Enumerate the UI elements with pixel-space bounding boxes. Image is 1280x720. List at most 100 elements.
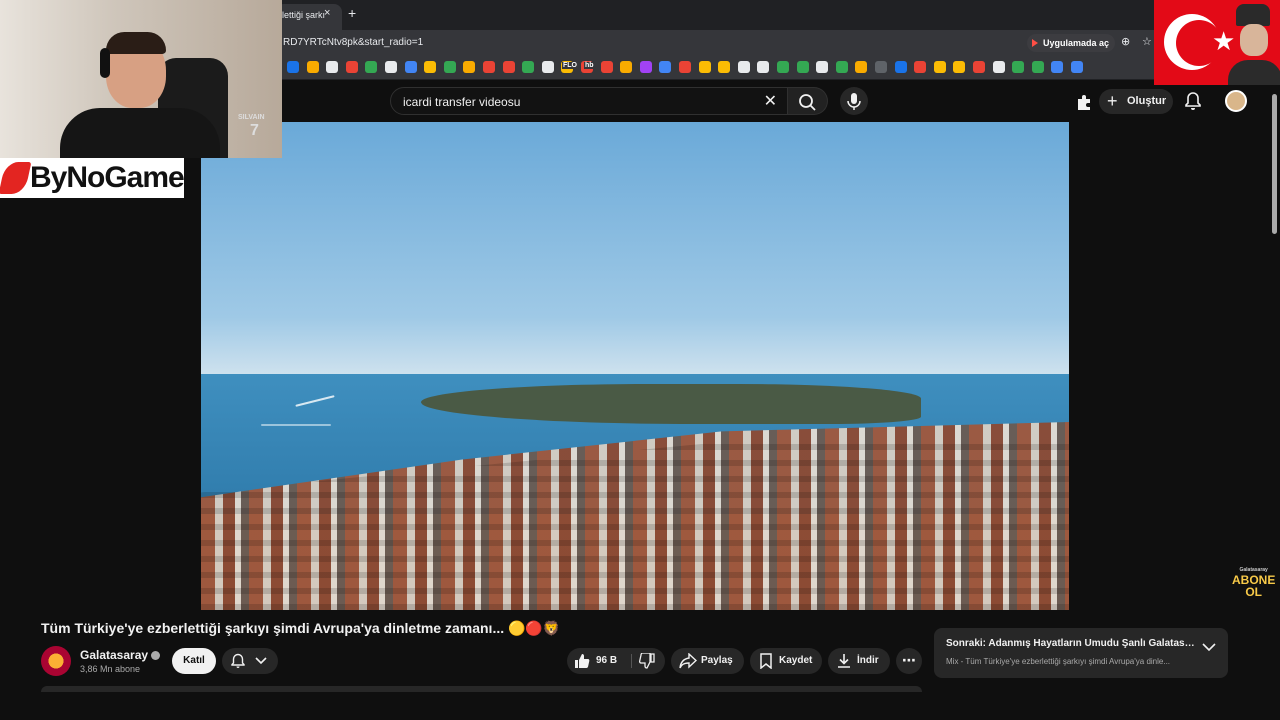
notifications-bell-icon[interactable] — [1184, 91, 1202, 111]
bookmark-icon[interactable] — [385, 61, 397, 73]
search-button[interactable] — [788, 87, 828, 115]
up-next-title[interactable]: Sonraki: Adanmış Hayatların Umudu Şanlı … — [946, 638, 1196, 649]
bookmark-icon[interactable] — [541, 61, 554, 73]
bookmark-icon[interactable] — [679, 61, 691, 73]
bookmark-icon[interactable] — [404, 61, 417, 73]
like-divider — [631, 654, 632, 668]
plus-icon: + — [1107, 91, 1118, 111]
bookmark-icon[interactable] — [639, 61, 652, 73]
account-avatar[interactable] — [1225, 90, 1247, 112]
subscription-bell-button[interactable] — [222, 648, 278, 674]
bookmark-icon[interactable] — [933, 61, 946, 73]
bookmark-icon[interactable] — [894, 61, 907, 73]
close-tab-icon[interactable]: × — [324, 7, 330, 19]
bookmark-icon[interactable] — [914, 61, 927, 73]
channel-name-text[interactable]: Galatasaray — [80, 648, 148, 662]
save-button[interactable]: Kaydet — [750, 648, 822, 674]
new-tab-icon[interactable]: + — [348, 5, 356, 21]
bookmark-icon[interactable] — [365, 61, 378, 73]
bookmark-icon[interactable] — [816, 61, 829, 73]
zoom-icon[interactable]: ⊕ — [1121, 35, 1130, 48]
open-in-app-button[interactable]: Uygulamada aç — [1027, 34, 1116, 52]
webcam-overlay: SILVAIN 7 — [0, 0, 282, 158]
bookmark-icon[interactable] — [306, 61, 319, 73]
bookmark-icon[interactable] — [796, 61, 809, 73]
bookmark-icon[interactable] — [659, 61, 672, 73]
extension-puzzle-icon[interactable] — [1075, 93, 1093, 111]
download-button[interactable]: İndir — [828, 648, 890, 674]
bookmark-icon[interactable] — [718, 61, 731, 73]
ol-text: OL — [1245, 585, 1262, 599]
dislike-button[interactable] — [633, 648, 665, 674]
bookmark-icon[interactable] — [502, 61, 515, 73]
video-player[interactable] — [201, 122, 1069, 610]
bookmark-icon[interactable] — [1012, 61, 1025, 73]
search-query[interactable]: icardi transfer videosu — [403, 95, 520, 109]
portrait-face — [1240, 24, 1268, 56]
like-dislike-group: 96 B — [567, 648, 665, 674]
turkish-flag-overlay: ★ — [1154, 0, 1280, 85]
subscriber-count: 3,86 Mn abone — [80, 664, 141, 674]
voice-search-button[interactable] — [840, 87, 868, 115]
bookmark-icon[interactable] — [287, 61, 299, 73]
bookmark-icon[interactable] — [855, 61, 868, 73]
bookmark-label[interactable]: hb — [584, 62, 595, 69]
channel-name[interactable]: Galatasaray — [80, 648, 161, 662]
bookmark-icon[interactable] — [345, 61, 358, 73]
chevron-down-icon — [255, 657, 267, 665]
bookmark-icon[interactable] — [443, 61, 456, 73]
bookmark-icon[interactable] — [1051, 61, 1064, 73]
microphone-icon — [847, 93, 861, 110]
bookmark-icon[interactable] — [737, 61, 750, 73]
join-button[interactable]: Katıl — [172, 648, 216, 674]
subscribe-watermark: Galatasaray ABONE OL — [1232, 566, 1275, 598]
bookmark-icon[interactable] — [463, 61, 476, 73]
clear-search-icon[interactable]: ✕ — [764, 91, 777, 111]
save-bookmark-icon — [760, 653, 772, 669]
like-button[interactable]: 96 B — [567, 648, 629, 674]
thumbs-up-icon — [575, 654, 590, 668]
bynogame-logo-text: ByNoGame — [30, 161, 185, 194]
bookmark-icon[interactable] — [326, 61, 339, 73]
search-input[interactable]: icardi transfer videosu ✕ — [390, 87, 788, 115]
jersey-name: SILVAIN — [238, 114, 265, 121]
bookmark-icon[interactable] — [835, 61, 848, 73]
streamer-body — [60, 108, 220, 158]
thumbs-down-icon — [639, 653, 655, 669]
bookmark-icon[interactable] — [973, 61, 985, 73]
save-label: Kaydet — [779, 655, 813, 666]
bookmark-icon[interactable] — [757, 61, 770, 73]
more-dots-icon: ⋯ — [902, 652, 916, 668]
portrait-coat — [1228, 60, 1280, 85]
expand-chevron-icon[interactable] — [1202, 642, 1216, 652]
bookmark-icon[interactable] — [875, 61, 887, 73]
bynogame-logo: ByNoGame — [0, 158, 185, 198]
bookmark-icon[interactable] — [620, 61, 633, 73]
more-actions-button[interactable]: ⋯ — [896, 648, 922, 674]
tab-title: lettiği şarkı — [282, 10, 326, 20]
bookmark-icon[interactable] — [522, 61, 535, 73]
share-icon — [679, 653, 697, 669]
up-next-subtitle: Mix - Tüm Türkiye'ye ezberlettiği şarkıy… — [946, 657, 1171, 666]
bookmark-icon[interactable] — [483, 61, 495, 73]
bookmark-label[interactable]: FLO — [562, 62, 578, 69]
browser-tab[interactable]: lettiği şarkı — [276, 4, 342, 30]
bookmark-icon[interactable] — [1071, 61, 1083, 73]
bookmark-icon[interactable] — [777, 61, 789, 73]
bookmark-icon[interactable] — [992, 61, 1005, 73]
bookmark-icon[interactable] — [698, 61, 711, 73]
bookmark-icon[interactable] — [424, 61, 437, 73]
bookmark-icon[interactable] — [1031, 61, 1044, 73]
bookmark-star-icon[interactable]: ☆ — [1142, 35, 1152, 48]
description-box-edge[interactable] — [41, 686, 922, 692]
jersey-number: 7 — [250, 122, 259, 139]
bynogame-logo-mark — [0, 162, 32, 194]
bookmark-icon[interactable] — [953, 61, 966, 73]
channel-avatar[interactable] — [41, 646, 71, 676]
create-button[interactable]: + Oluştur — [1099, 89, 1173, 114]
bookmark-icon[interactable] — [600, 61, 613, 73]
page-scrollbar-thumb[interactable] — [1272, 94, 1277, 234]
share-button[interactable]: Paylaş — [671, 648, 744, 674]
up-next-panel[interactable]: Sonraki: Adanmış Hayatların Umudu Şanlı … — [934, 628, 1228, 678]
url-text[interactable]: RD7YRTcNtv8pk&start_radio=1 — [283, 37, 423, 48]
